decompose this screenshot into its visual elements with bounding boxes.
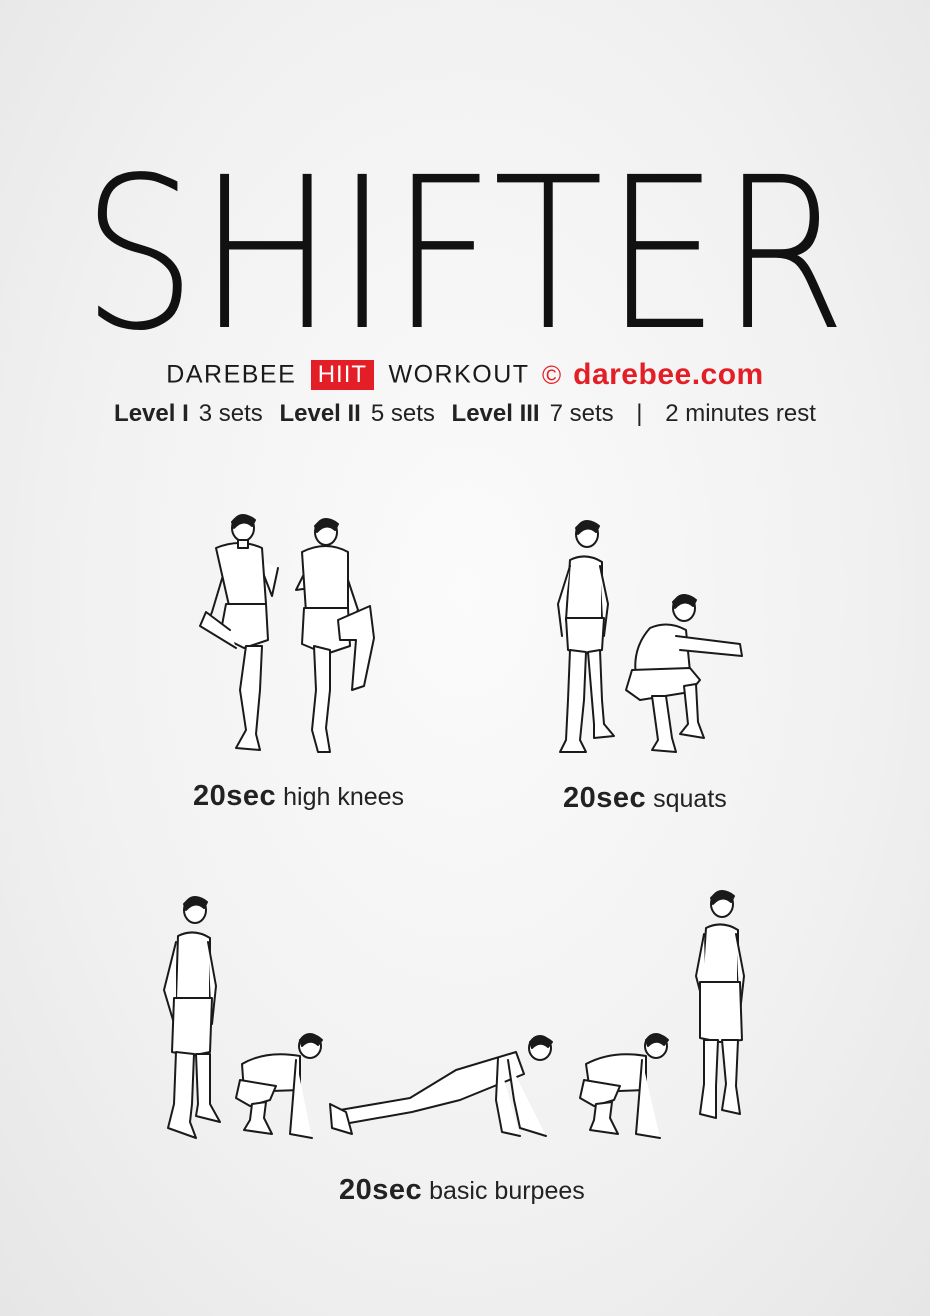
exercise-burpees-duration: 20sec: [339, 1174, 423, 1206]
burpees-figure-crouch-1: [235, 1033, 323, 1139]
exercise-high-knees-label: 20sec high knees: [193, 780, 404, 813]
exercise-squats-duration: 20sec: [563, 782, 647, 814]
burpees-figure-jump: [695, 890, 745, 1119]
exercise-illustrations: [163, 514, 745, 1139]
exercise-high-knees-name: high knees: [283, 783, 405, 811]
squats-figure-squatting: [625, 594, 743, 753]
exercise-squats-label: 20sec squats: [563, 782, 727, 815]
burpees-figure-standing: [163, 896, 221, 1139]
exercise-squats-name: squats: [653, 785, 727, 813]
burpees-figure-plank: [329, 1035, 553, 1137]
high-knees-figure-2: [295, 518, 375, 753]
high-knees-figure-1: [199, 514, 279, 751]
exercise-burpees-label: 20sec basic burpees: [339, 1174, 585, 1207]
squats-figure-standing: [557, 520, 615, 753]
exercise-high-knees-duration: 20sec: [193, 780, 277, 812]
exercise-burpees-name: basic burpees: [429, 1177, 585, 1205]
burpees-figure-crouch-2: [579, 1033, 669, 1139]
